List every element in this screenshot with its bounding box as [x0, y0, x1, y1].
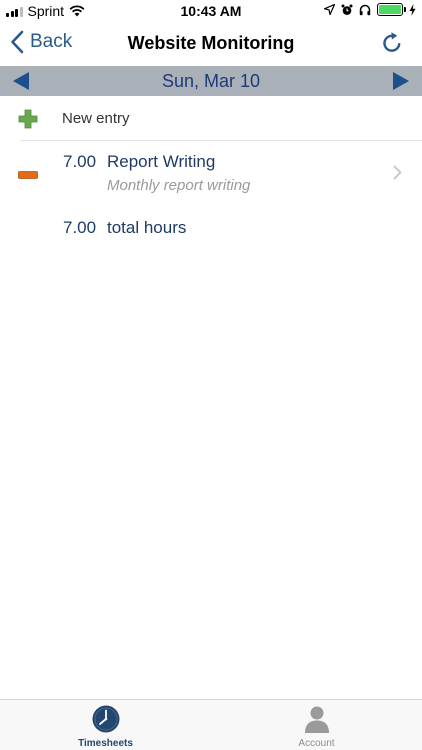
- screen: Sprint 10:43 AM Back Website Monitoring …: [0, 0, 422, 750]
- person-icon: [304, 706, 329, 733]
- tab-bar: Timesheets Account: [0, 699, 422, 750]
- headphones-icon: [359, 4, 371, 15]
- location-arrow-icon: [324, 4, 335, 15]
- plus-icon: [18, 109, 38, 129]
- new-entry-label: New entry: [62, 110, 130, 127]
- refresh-button[interactable]: [380, 31, 404, 60]
- entry-title: Report Writing: [107, 152, 216, 171]
- current-date: Sun, Mar 10: [161, 71, 261, 91]
- navigation-bar: Back Website Monitoring: [0, 22, 422, 66]
- date-bar: Sun, Mar 10: [0, 66, 422, 96]
- tab-account[interactable]: Account: [211, 700, 422, 750]
- next-day-button[interactable]: [392, 71, 410, 96]
- tab-timesheets-label: Timesheets: [78, 738, 133, 749]
- timesheet-entry-row[interactable]: 7.00 Report Writing Monthly report writi…: [0, 141, 422, 207]
- minus-icon[interactable]: [18, 171, 38, 179]
- entry-subtitle: Monthly report writing: [107, 177, 251, 194]
- triangle-right-icon: [393, 72, 409, 90]
- total-hours-value: 7.00: [63, 218, 97, 237]
- entry-hours: 7.00: [63, 152, 97, 171]
- chevron-right-icon: [393, 165, 402, 180]
- status-right: [324, 3, 416, 16]
- tab-account-label: Account: [298, 738, 335, 749]
- total-hours-row: 7.00 total hours: [0, 218, 422, 242]
- clock-icon: [92, 705, 119, 733]
- total-hours-label: total hours: [107, 218, 187, 237]
- refresh-icon: [383, 32, 401, 52]
- status-bar: Sprint 10:43 AM: [0, 0, 422, 22]
- new-entry-button[interactable]: New entry: [0, 98, 422, 140]
- alarm-icon: [341, 4, 353, 15]
- battery-icon: [377, 3, 406, 16]
- page-title: Website Monitoring: [127, 33, 295, 53]
- charging-bolt-icon: [409, 3, 416, 16]
- tab-timesheets[interactable]: Timesheets: [0, 700, 211, 750]
